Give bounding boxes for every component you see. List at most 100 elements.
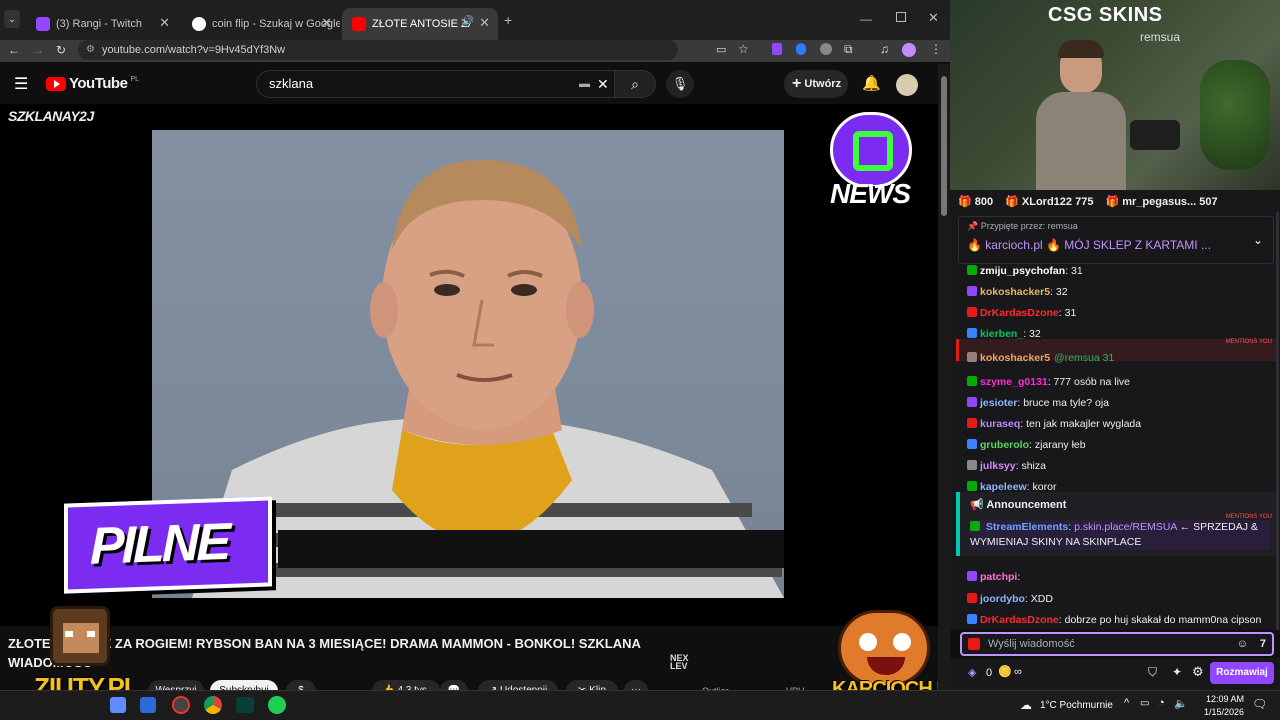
chat-message: jesioter: bruce ma tyle? oja	[967, 396, 1273, 410]
bookmark-star-icon[interactable]: ☆	[738, 42, 749, 56]
tray-chevron-icon[interactable]: ^	[1124, 697, 1129, 709]
taskbar-app-icon[interactable]	[268, 696, 286, 714]
close-tab-icon[interactable]: ✕	[321, 15, 332, 31]
leaderboard-entry[interactable]: 🎁 800	[958, 195, 993, 208]
chat-username[interactable]: jesioter	[980, 397, 1017, 409]
chat-username[interactable]: zmiju_psychofan	[980, 265, 1065, 277]
channel-points-icon[interactable]: ◈	[968, 666, 976, 679]
moderator-badge-icon	[970, 521, 980, 531]
media-control-icon[interactable]: ♫	[880, 42, 889, 56]
chat-username[interactable]: DrKardasDzone	[980, 307, 1059, 319]
extensions-puzzle-icon[interactable]: ⧉	[844, 42, 853, 57]
scrollbar-thumb[interactable]	[941, 76, 947, 216]
news-logo: NEWS	[830, 112, 916, 212]
close-tab-icon[interactable]: ✕	[479, 15, 490, 31]
extension-icon[interactable]	[820, 43, 832, 55]
chat-username[interactable]: julksyy	[980, 460, 1016, 472]
browser-menu-icon[interactable]: ⋮	[930, 42, 942, 56]
chat-message: kuraseq: ten jak makajler wyglada	[967, 417, 1273, 431]
back-icon[interactable]: ←	[8, 43, 20, 57]
channel-watermark: SZKLANAY2J	[8, 108, 94, 124]
twitch-stream-video[interactable]: CSG SKINS remsua	[950, 0, 1280, 190]
profile-avatar[interactable]	[902, 43, 916, 57]
extension-icon[interactable]	[772, 43, 782, 55]
plant-decor	[1200, 60, 1270, 170]
keyboard-icon[interactable]: ▬	[579, 71, 590, 97]
minimize-button[interactable]: —	[860, 12, 872, 26]
maximize-button[interactable]	[896, 12, 906, 22]
site-info-icon[interactable]: ⚙	[86, 40, 95, 60]
youtube-logo[interactable]: YouTube PL	[46, 75, 139, 92]
leaderboard-entry[interactable]: 🎁 mr_pegasus... 507	[1105, 195, 1217, 208]
chrome-taskbar-icon[interactable]	[204, 696, 222, 714]
chat-input[interactable]: Wyślij wiadomość ☺ 7	[960, 632, 1274, 656]
microphone-arm	[1130, 120, 1180, 150]
close-tab-icon[interactable]: ✕	[159, 15, 170, 31]
chat-badge-icon	[967, 418, 977, 428]
youtube-play-icon	[46, 76, 66, 91]
chat-identity-icon[interactable]	[968, 638, 980, 650]
chat-username[interactable]: patchpi	[980, 571, 1017, 583]
chat-username[interactable]: DrKardasDzone	[980, 614, 1059, 626]
chat-message: julksyy: shiza	[967, 459, 1273, 473]
search-input[interactable]: szklana ▬ ✕	[256, 70, 616, 98]
volume-icon[interactable]: 🔈	[1174, 697, 1188, 710]
expand-chevron-icon[interactable]: ⌄	[1253, 233, 1263, 247]
create-label: Utwórz	[804, 78, 842, 90]
mod-tools-icon[interactable]: ✦	[1172, 665, 1182, 679]
send-chat-button[interactable]: Rozmawiaj	[1210, 662, 1274, 684]
clock-date[interactable]: 1/15/2026	[1204, 707, 1244, 717]
create-button[interactable]: + Utwórz	[784, 70, 848, 98]
plus-icon: +	[792, 75, 802, 92]
forward-icon[interactable]: →	[32, 43, 44, 57]
hamburger-menu-icon[interactable]: ☰	[14, 74, 28, 94]
audio-playing-icon[interactable]: 🔊	[462, 16, 474, 27]
chat-badge-icon	[967, 397, 977, 407]
bonus-coins-icon[interactable]: 🪙	[998, 665, 1012, 678]
video-player[interactable]: SZKLANAY2J NEWS PILNE	[0, 104, 938, 626]
account-avatar[interactable]	[896, 74, 918, 96]
voice-search-button[interactable]: 🎙	[666, 70, 694, 98]
shield-icon[interactable]: ⛉	[1148, 665, 1157, 680]
taskbar-app-icon[interactable]	[172, 696, 190, 714]
tab-youtube[interactable]: ZŁOTE ANTOSIE ZA ROGIEM 🔊 ✕	[342, 8, 498, 40]
page-scrollbar[interactable]	[938, 64, 950, 690]
clock-time[interactable]: 12:09 AM	[1206, 694, 1244, 704]
country-code: PL	[130, 76, 139, 83]
chat-scrollbar[interactable]	[1276, 212, 1279, 630]
announcement-link[interactable]: p.skin.place/REMSUA	[1074, 521, 1177, 533]
chat-username[interactable]: kuraseq	[980, 418, 1020, 430]
search-button[interactable]: ⌕	[614, 70, 656, 98]
new-tab-button[interactable]: +	[504, 12, 512, 28]
chat-message: szyme_g0131: 777 osób na live	[967, 375, 1273, 389]
emote-picker-icon[interactable]: ☺	[1237, 634, 1248, 654]
chat-username[interactable]: kokoshacker5	[980, 286, 1050, 298]
url-field[interactable]: ⚙ youtube.com/watch?v=9Hv45dYf3Nw	[78, 40, 678, 60]
chat-text: : 32	[1050, 286, 1068, 298]
weather-icon[interactable]: ☁	[1020, 698, 1032, 712]
clear-search-icon[interactable]: ✕	[597, 71, 609, 97]
notifications-bell-icon[interactable]: 🔔	[862, 74, 881, 92]
chat-username[interactable]: szyme_g0131	[980, 376, 1048, 388]
extension-icon[interactable]	[796, 43, 806, 55]
wifi-icon[interactable]: ◔	[1158, 697, 1165, 709]
taskbar-app-icon[interactable]	[140, 697, 156, 713]
chat-settings-gear-icon[interactable]: ⚙	[1192, 664, 1204, 680]
weather-text: 1°C Pochmurnie	[1040, 700, 1113, 711]
cast-icon[interactable]: ▭	[716, 43, 726, 56]
youtube-wordmark: YouTube	[69, 75, 128, 92]
taskbar-app-icon[interactable]	[110, 697, 126, 713]
tray-icon[interactable]: ▭	[1140, 698, 1149, 709]
leaderboard-entry[interactable]: 🎁 XLord122 775	[1005, 195, 1093, 208]
taskbar-app-icon[interactable]	[236, 697, 254, 713]
tab-twitch[interactable]: (3) Rangi - Twitch ✕	[26, 8, 178, 40]
tab-google[interactable]: coin flip - Szukaj w Google ✕	[182, 8, 340, 40]
seventv-icon[interactable]: 7	[1260, 634, 1266, 654]
chat-username[interactable]: joordybo	[980, 593, 1025, 605]
tab-list-button[interactable]: ⌄	[4, 10, 20, 28]
pinned-message[interactable]: 📌 Przypięte przez: remsua 🔥 karcioch.pl …	[958, 216, 1274, 264]
chat-username[interactable]: gruberolo	[980, 439, 1029, 451]
reload-icon[interactable]: ↻	[56, 43, 66, 57]
notifications-icon[interactable]: 🗨	[1252, 697, 1267, 711]
close-window-button[interactable]: ✕	[928, 10, 939, 26]
